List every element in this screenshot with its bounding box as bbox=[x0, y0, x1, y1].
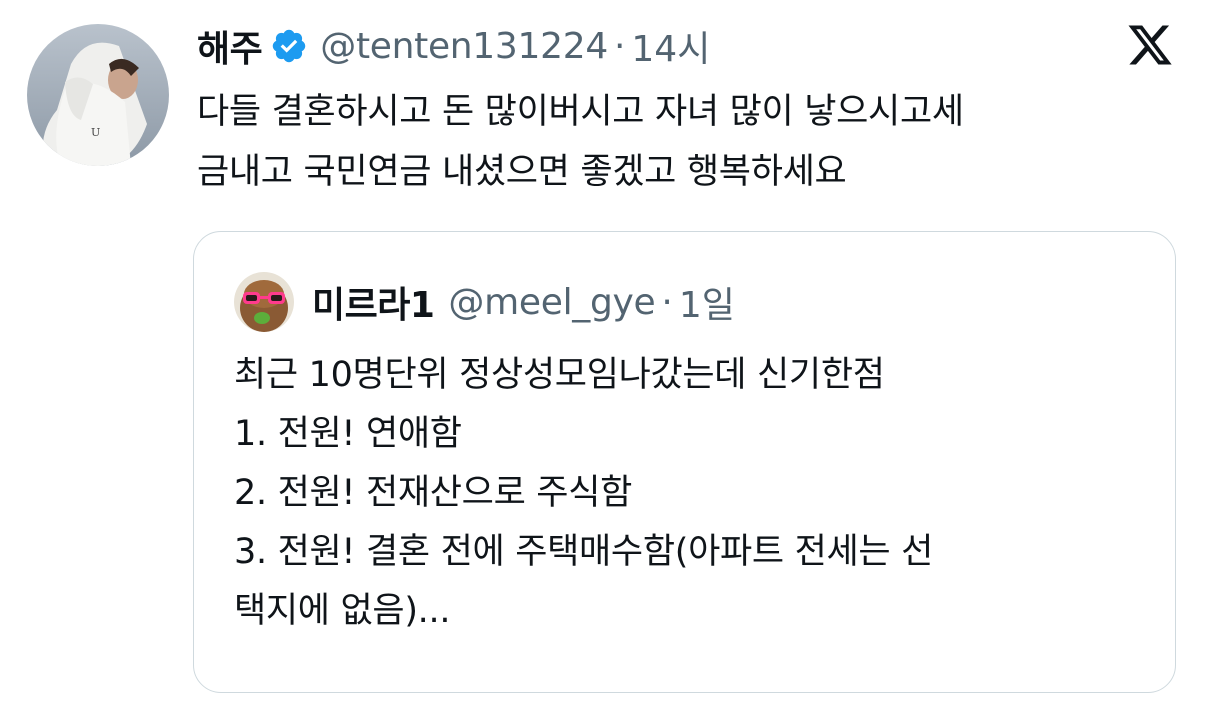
quoted-text-line: 최근 10명단위 정상성모임나갔는데 신기한점 bbox=[234, 355, 885, 395]
tweet-timestamp[interactable]: 14시 bbox=[631, 20, 710, 72]
quoted-text-line: 택지에 없음)... bbox=[234, 591, 451, 631]
quoted-text: 최근 10명단위 정상성모임나갔는데 신기한점 1. 전원! 연애함 2. 전원… bbox=[234, 346, 1154, 641]
quoted-text-line: 2. 전원! 전재산으로 주식함 bbox=[234, 473, 633, 513]
tweet-card: U 해주 @tenten131224 · 14시 다들 결혼하시고 돈 많이버시… bbox=[0, 0, 1206, 702]
quoted-text-line: 1. 전원! 연애함 bbox=[234, 414, 462, 454]
quoted-timestamp[interactable]: 1일 bbox=[679, 276, 735, 328]
tweet-header: 해주 @tenten131224 · 14시 bbox=[197, 18, 710, 74]
tweet-text-line: 다들 결혼하시고 돈 많이버시고 자녀 많이 낳으시고세 bbox=[197, 92, 964, 132]
avatar-photo: U bbox=[27, 24, 169, 166]
quoted-header: 미르라1 @meel_gye · 1일 bbox=[312, 274, 735, 330]
author-handle[interactable]: @tenten131224 bbox=[320, 26, 608, 67]
quoted-author-avatar[interactable] bbox=[234, 272, 294, 332]
svg-text:U: U bbox=[91, 126, 100, 139]
quoted-avatar-photo bbox=[234, 272, 294, 332]
quoted-meta-separator: · bbox=[661, 281, 673, 323]
quoted-text-line: 3. 전원! 결혼 전에 주택매수함(아파트 전세는 선 bbox=[234, 532, 934, 572]
quoted-author-handle[interactable]: @meel_gye bbox=[448, 282, 655, 323]
verified-badge-icon bbox=[270, 27, 308, 65]
x-logo-icon[interactable] bbox=[1126, 21, 1174, 69]
tweet-text-line: 금내고 국민연금 내셨으면 좋겠고 행복하세요 bbox=[197, 152, 847, 192]
tweet-text: 다들 결혼하시고 돈 많이버시고 자녀 많이 낳으시고세 금내고 국민연금 내셨… bbox=[197, 82, 1187, 202]
quoted-author-name[interactable]: 미르라1 bbox=[312, 276, 435, 328]
quoted-tweet[interactable]: 미르라1 @meel_gye · 1일 최근 10명단위 정상성모임나갔는데 신… bbox=[193, 231, 1176, 693]
author-avatar[interactable]: U bbox=[27, 24, 169, 166]
author-name[interactable]: 해주 bbox=[197, 20, 263, 72]
meta-separator: · bbox=[613, 25, 626, 67]
